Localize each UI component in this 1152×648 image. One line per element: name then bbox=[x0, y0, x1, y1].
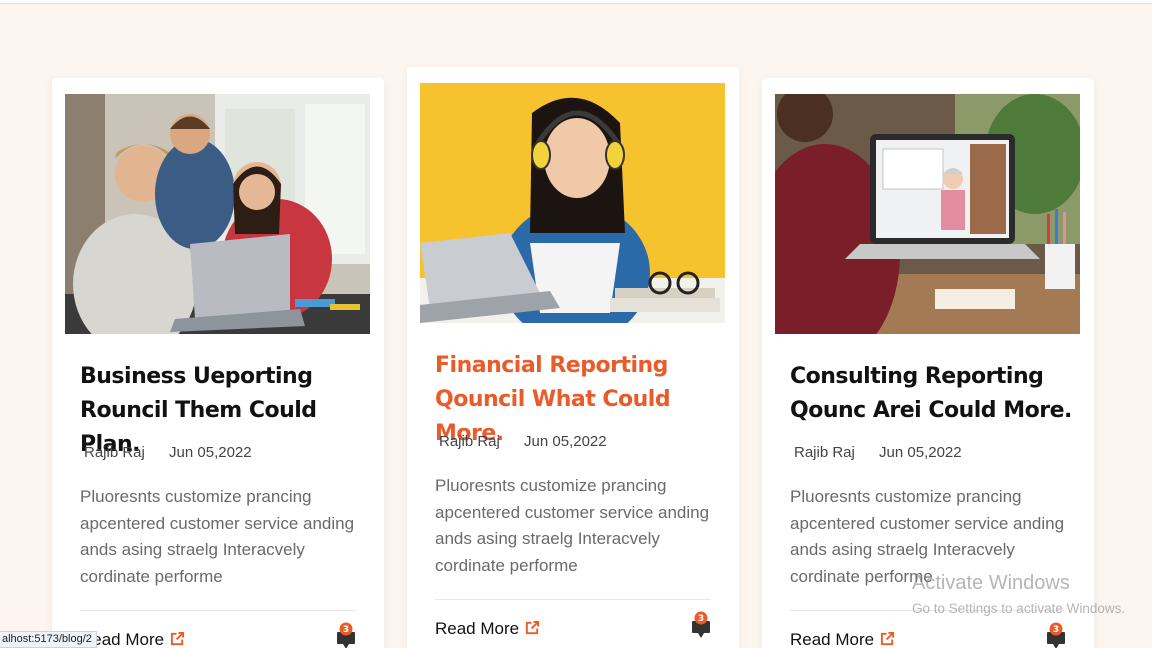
post-meta: Rajib Raj Jun 05,2022 bbox=[84, 444, 272, 461]
students-laptop-photo bbox=[65, 94, 370, 334]
student-headphones-photo bbox=[420, 83, 725, 323]
online-class-photo bbox=[775, 94, 1080, 334]
read-more-label: Read More bbox=[435, 619, 520, 638]
comment-count-badge[interactable]: 3 bbox=[335, 622, 357, 648]
blog-thumbnail[interactable] bbox=[420, 83, 725, 323]
activate-windows-title: Activate Windows bbox=[912, 572, 1070, 594]
card-divider bbox=[80, 610, 356, 611]
blog-card: Financial Reporting Qouncil What Could M… bbox=[407, 67, 739, 648]
read-more-link[interactable]: Read More bbox=[435, 619, 540, 639]
blog-thumbnail[interactable] bbox=[775, 94, 1080, 334]
post-date: Jun 05,2022 bbox=[169, 444, 252, 461]
post-date: Jun 05,2022 bbox=[879, 444, 962, 461]
external-link-icon bbox=[881, 631, 895, 646]
comment-icon: 3 bbox=[337, 622, 355, 648]
blog-card: Business Ueporting Rouncil Them Could Pl… bbox=[52, 78, 384, 648]
post-author: Rajib Raj bbox=[794, 444, 855, 461]
browser-status-url: alhost:5173/blog/2 bbox=[0, 631, 97, 648]
top-border bbox=[0, 0, 1152, 4]
comment-icon: 3 bbox=[692, 611, 710, 638]
read-more-label: Read More bbox=[790, 630, 875, 648]
external-link-icon bbox=[171, 631, 185, 646]
comment-count: 3 bbox=[343, 625, 349, 635]
card-divider bbox=[435, 599, 711, 600]
comment-count-badge[interactable]: 3 bbox=[1045, 622, 1067, 648]
post-excerpt: Pluoresnts customize prancing apcentered… bbox=[435, 476, 710, 575]
comment-count-badge[interactable]: 3 bbox=[690, 611, 712, 639]
post-meta: Rajib Raj Jun 05,2022 bbox=[794, 444, 982, 461]
post-date: Jun 05,2022 bbox=[524, 433, 607, 450]
post-meta: Rajib Raj Jun 05,2022 bbox=[439, 433, 627, 450]
post-author: Rajib Raj bbox=[84, 444, 145, 461]
blog-card: Consulting Reporting Qounc Arei Could Mo… bbox=[762, 78, 1094, 648]
blog-thumbnail[interactable] bbox=[65, 94, 370, 334]
post-author: Rajib Raj bbox=[439, 433, 500, 450]
post-title[interactable]: Consulting Reporting Qounc Arei Could Mo… bbox=[790, 360, 1080, 428]
comment-count: 3 bbox=[698, 614, 704, 624]
comment-count: 3 bbox=[1053, 625, 1059, 635]
post-excerpt: Pluoresnts customize prancing apcentered… bbox=[80, 487, 355, 586]
activate-windows-subtitle: Go to Settings to activate Windows. bbox=[912, 601, 1126, 616]
external-link-icon bbox=[526, 620, 540, 635]
comment-icon: 3 bbox=[1047, 622, 1065, 648]
read-more-link[interactable]: Read More bbox=[790, 630, 895, 648]
